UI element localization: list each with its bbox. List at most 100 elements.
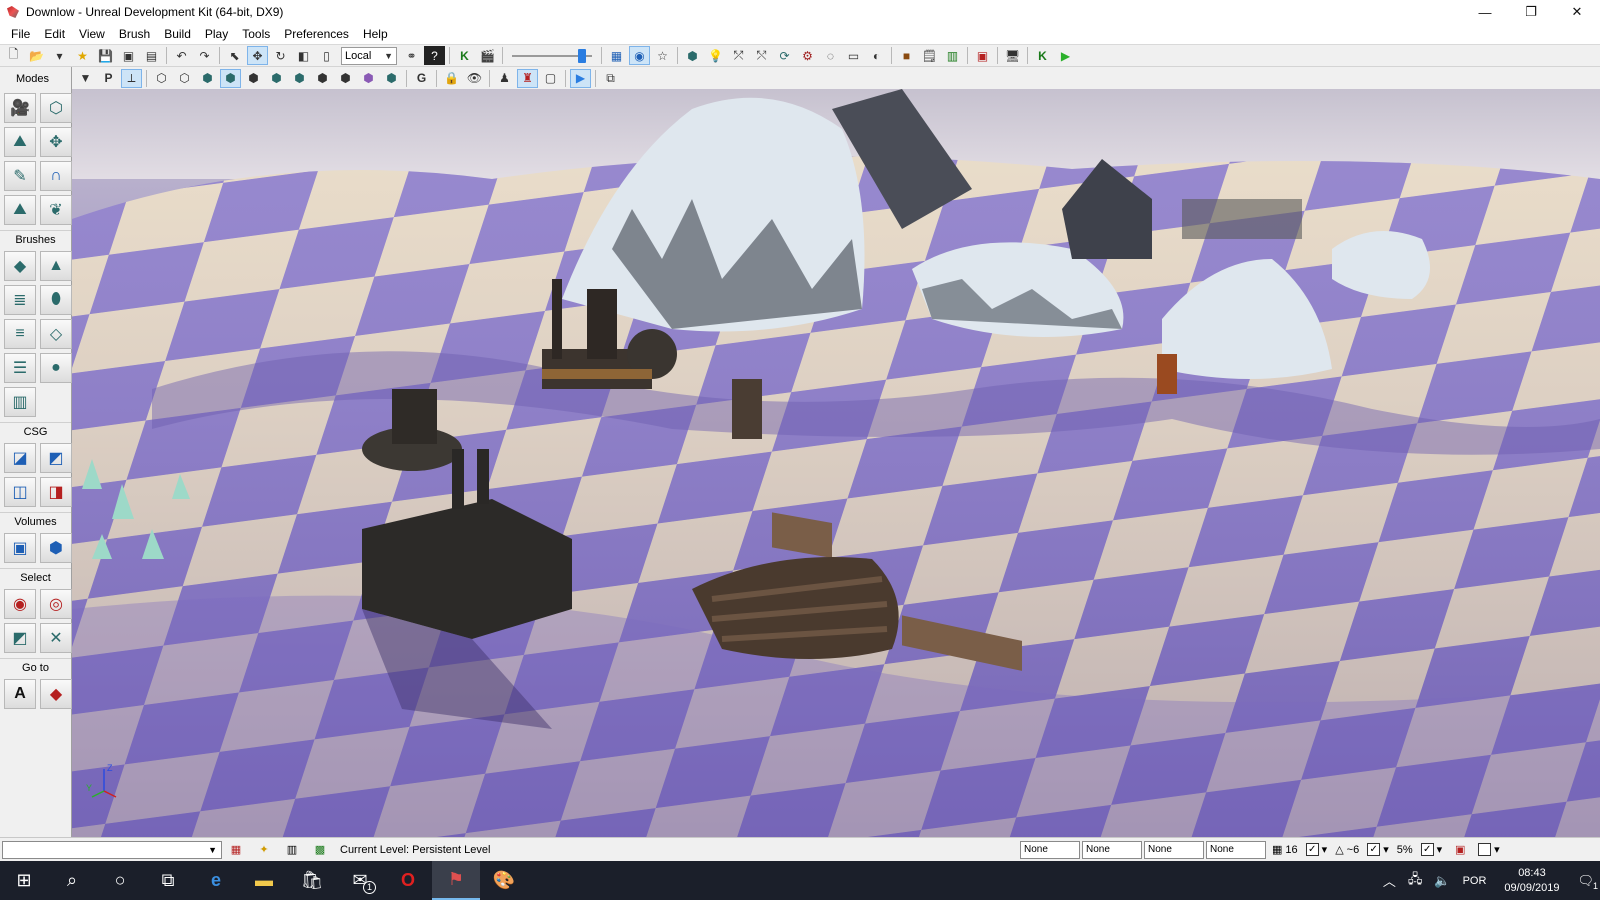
nonuniform-scale-icon[interactable]: ▯: [316, 46, 337, 65]
texture-density-icon[interactable]: ⬢: [312, 69, 333, 88]
level-grid-check-icon[interactable]: ▩: [308, 840, 332, 859]
favorites-star-icon[interactable]: ★: [72, 46, 93, 65]
status-none-field-2[interactable]: None: [1082, 840, 1142, 859]
build-cover-icon[interactable]: ⤲: [751, 46, 772, 65]
grid-size-control[interactable]: ▦ 16: [1272, 843, 1298, 857]
rotate-widget-icon[interactable]: ↻: [270, 46, 291, 65]
autosave-icon[interactable]: ▣: [1448, 840, 1472, 859]
foliage-mode-icon[interactable]: ❦: [40, 195, 72, 225]
terrain-mode-icon[interactable]: ⛰: [4, 127, 36, 157]
csg-deintersect-icon[interactable]: ◨: [40, 477, 72, 507]
open-folder-icon[interactable]: 📂: [26, 46, 47, 65]
viewport-camera-icon[interactable]: ▭: [843, 46, 864, 65]
view-options-toggle[interactable]: ▾: [1478, 843, 1500, 856]
status-none-field-4[interactable]: None: [1206, 840, 1266, 859]
show-all-icon[interactable]: ✕: [40, 623, 72, 653]
scene-manager-icon[interactable]: 🗒: [919, 46, 940, 65]
mail-icon[interactable]: ✉ 1: [336, 861, 384, 900]
coordinate-system-select[interactable]: Local ▼: [341, 46, 397, 65]
grid-snap-checkbox[interactable]: ✓: [1305, 843, 1319, 856]
unreal-frontend-k-icon[interactable]: K: [1032, 46, 1053, 65]
menu-play[interactable]: Play: [198, 24, 235, 44]
level-browser-icon[interactable]: ▥: [280, 840, 304, 859]
show-hidden-icons-chevron-icon[interactable]: ︿: [1377, 871, 1402, 890]
content-browser-icon[interactable]: ▦: [606, 46, 627, 65]
lighting-only-icon[interactable]: ⬢: [266, 69, 287, 88]
sound-icon[interactable]: ◐: [866, 46, 887, 65]
rotation-snap-toggle[interactable]: ✓ ▾: [1367, 843, 1389, 856]
csg-add-icon[interactable]: ◪: [4, 443, 36, 473]
status-none-field-3[interactable]: None: [1144, 840, 1204, 859]
save-all-icon[interactable]: ▣: [118, 46, 139, 65]
cone-brush-icon[interactable]: ▲: [40, 251, 72, 281]
brush-wireframe-icon[interactable]: ⬡: [151, 69, 172, 88]
viewport-options-dropdown-icon[interactable]: ▼: [75, 69, 96, 88]
minimize-button[interactable]: —: [1462, 0, 1508, 24]
unlit-icon[interactable]: ⬢: [197, 69, 218, 88]
wireframe-icon[interactable]: ⬡: [174, 69, 195, 88]
language-indicator[interactable]: POR: [1457, 875, 1493, 887]
drag-grid-slider[interactable]: [512, 47, 592, 65]
eye-icon[interactable]: 👁: [464, 69, 485, 88]
goto-actor-icon[interactable]: A: [4, 679, 36, 709]
menu-view[interactable]: View: [72, 24, 112, 44]
volume-classes-icon[interactable]: ⬢: [40, 533, 72, 563]
opera-browser-icon[interactable]: O: [384, 861, 432, 900]
build-all-icon[interactable]: ⟳: [774, 46, 795, 65]
goto-builder-brush-icon[interactable]: ◆: [40, 679, 72, 709]
store-icon[interactable]: 🛍: [288, 861, 336, 900]
plane-brush-icon[interactable]: ◇: [40, 319, 72, 349]
select-cursor-icon[interactable]: ⬉: [224, 46, 245, 65]
menu-help[interactable]: Help: [356, 24, 395, 44]
game-view-g-icon[interactable]: G: [411, 69, 432, 88]
actor-classes-icon[interactable]: ■: [896, 46, 917, 65]
player-start-icon[interactable]: ♟: [494, 69, 515, 88]
redo-icon[interactable]: ↷: [194, 46, 215, 65]
windows-start-icon[interactable]: ⊞: [0, 861, 48, 900]
play-here-icon[interactable]: ♜: [517, 68, 538, 88]
scale-snap-toggle[interactable]: ✓ ▾: [1420, 843, 1442, 856]
texture-align-mode-icon[interactable]: ✥: [40, 127, 72, 157]
maximize-button[interactable]: ❐: [1508, 0, 1554, 24]
cube-brush-icon[interactable]: ◆: [4, 251, 36, 281]
clock[interactable]: 08:43 09/09/2019: [1492, 866, 1571, 896]
translate-widget-icon[interactable]: ✥: [247, 46, 268, 65]
toggle-drag-grid-icon[interactable]: ▦: [224, 840, 248, 859]
menu-brush[interactable]: Brush: [112, 24, 157, 44]
task-view-icon[interactable]: ⧉: [144, 861, 192, 900]
cylinder-brush-icon[interactable]: ⬮: [40, 285, 72, 315]
scale-snap-checkbox[interactable]: ✓: [1420, 843, 1434, 856]
shader-complexity-icon[interactable]: ⬢: [335, 69, 356, 88]
mesh-paint-mode-icon[interactable]: ✎: [4, 161, 36, 191]
build-geometry-icon[interactable]: ⬢: [682, 46, 703, 65]
kismet-dark-icon[interactable]: ?: [424, 46, 445, 65]
detail-lighting-icon[interactable]: ⬢: [243, 69, 264, 88]
lock-icon[interactable]: 🔒: [441, 69, 462, 88]
matinee-clapper-icon[interactable]: 🎬: [477, 46, 498, 65]
edge-browser-icon[interactable]: e: [192, 861, 240, 900]
play-in-viewport-icon[interactable]: ▶: [570, 68, 591, 88]
save-icon[interactable]: 💾: [95, 46, 116, 65]
camera-mode-icon[interactable]: 🎥: [4, 93, 36, 123]
kismet-k-icon[interactable]: K: [454, 46, 475, 65]
cortana-icon[interactable]: ○: [96, 861, 144, 900]
coverage-mode-icon[interactable]: ∩: [40, 161, 72, 191]
linear-stair-brush-icon[interactable]: ≡: [4, 319, 36, 349]
scale-snap-control[interactable]: 5%: [1397, 844, 1413, 856]
lit-icon[interactable]: ⬢: [220, 68, 241, 88]
build-lighting-icon[interactable]: 💡: [705, 46, 726, 65]
action-center-icon[interactable]: 🗨 1: [1571, 873, 1600, 891]
map-check-icon[interactable]: ▣: [972, 46, 993, 65]
play-in-editor-icon[interactable]: ▶: [1055, 46, 1076, 65]
aspect-ratio-icon[interactable]: ▢: [540, 69, 561, 88]
select-invert-icon[interactable]: ◩: [4, 623, 36, 653]
new-map-icon[interactable]: 🗋: [3, 46, 24, 65]
geometry-mode-icon[interactable]: ⬡: [40, 93, 72, 123]
menu-preferences[interactable]: Preferences: [277, 24, 356, 44]
rotation-snap-checkbox[interactable]: ✓: [1367, 843, 1381, 856]
scale-widget-icon[interactable]: ◧: [293, 46, 314, 65]
csg-subtract-icon[interactable]: ◩: [40, 443, 72, 473]
grid-snap-toggle[interactable]: ✓ ▾: [1305, 843, 1327, 856]
paint-app-icon[interactable]: 🎨: [480, 861, 528, 900]
spiral-stair-brush-icon[interactable]: ☰: [4, 353, 36, 383]
